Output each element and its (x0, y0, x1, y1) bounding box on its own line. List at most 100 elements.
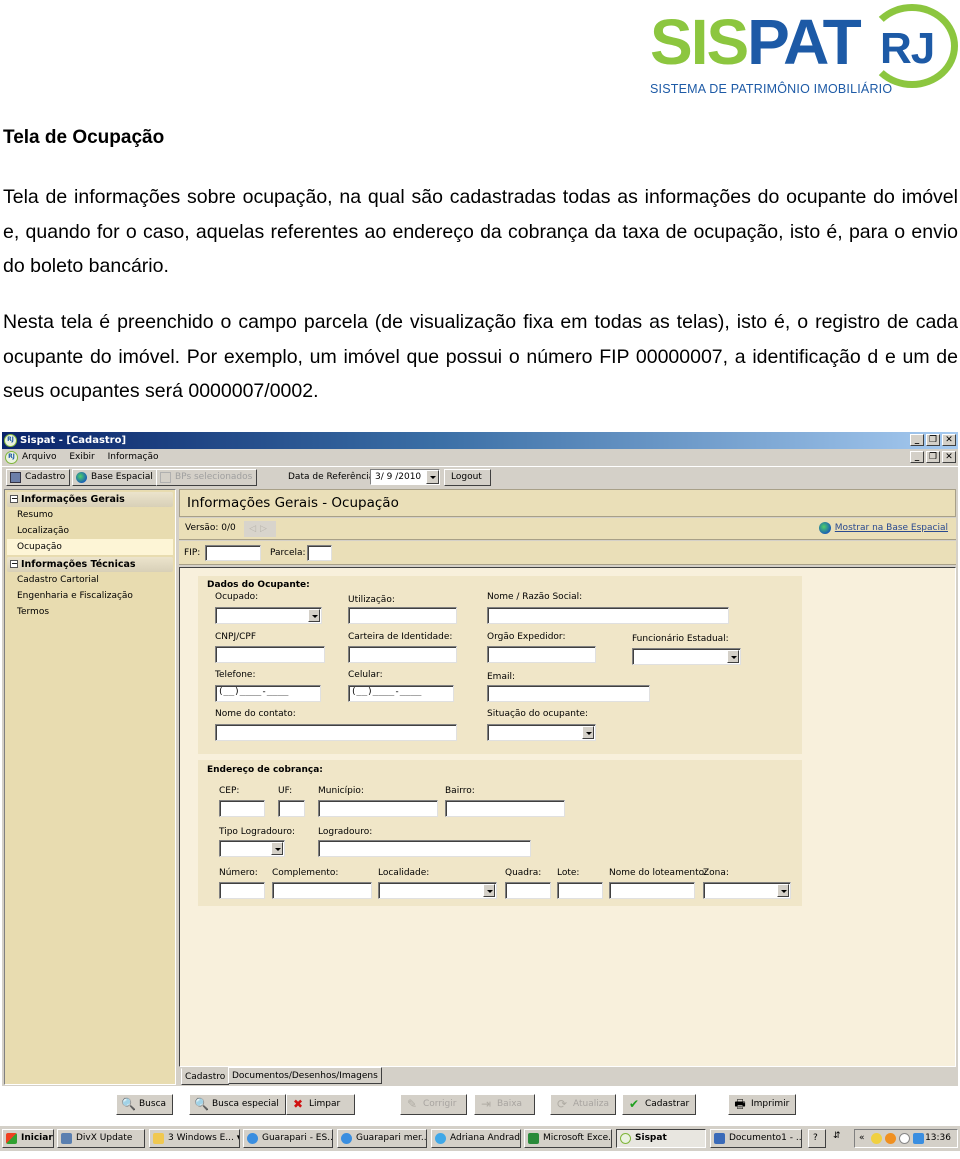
mdi-minimize-button[interactable]: _ (910, 451, 924, 463)
nome-razao-social-input[interactable] (487, 607, 729, 624)
task-divx-update[interactable]: DivX Update (57, 1129, 145, 1148)
fip-bar: FIP: Parcela: (179, 541, 956, 565)
help-button[interactable]: ? (808, 1129, 826, 1148)
mdi-close-button[interactable]: ✕ (942, 451, 956, 463)
complemento-input[interactable] (272, 882, 372, 899)
ie-icon (341, 1133, 352, 1144)
limpar-button[interactable]: ✖ Limpar (286, 1094, 356, 1115)
base-espacial-button[interactable]: Base Espacial (72, 469, 158, 486)
chevron-down-icon[interactable] (308, 609, 320, 622)
logout-button[interactable]: Logout (444, 469, 491, 486)
menu-arquivo[interactable]: Arquivo (22, 449, 56, 466)
busca-especial-button[interactable]: 🔍 Busca especial (189, 1094, 286, 1115)
parcela-input[interactable] (307, 545, 332, 561)
cadastrar-button[interactable]: ✔ Cadastrar (622, 1094, 697, 1115)
email-input[interactable] (487, 685, 650, 702)
sidebar-group-informacoes-gerais[interactable]: − Informações Gerais (7, 492, 173, 507)
document-title: Tela de Ocupação (3, 127, 165, 148)
tab-documentos[interactable]: Documentos/Desenhos/Imagens (228, 1067, 382, 1084)
quadra-input[interactable] (505, 882, 551, 899)
task-documento1[interactable]: Documento1 - ... (710, 1129, 802, 1148)
logradouro-input[interactable] (318, 840, 531, 857)
utilizacao-input[interactable] (348, 607, 457, 624)
task-sispat[interactable]: Sispat (616, 1129, 706, 1148)
sidebar-item-ocupacao[interactable]: Ocupação (7, 539, 173, 555)
speech-bubble-icon[interactable] (899, 1133, 910, 1144)
close-button[interactable]: ✕ (942, 434, 956, 446)
show-base-espacial-link[interactable]: Mostrar na Base Espacial (818, 522, 948, 534)
chevron-down-icon[interactable] (582, 726, 594, 739)
collapse-icon[interactable]: − (10, 495, 18, 503)
telefone-label: Telefone: (215, 670, 256, 680)
baixa-label: Baixa (497, 1099, 523, 1109)
sidebar-item-resumo[interactable]: Resumo (7, 507, 173, 523)
nome-contato-input[interactable] (215, 724, 457, 741)
atualiza-button[interactable]: ⟳ Atualiza (550, 1094, 616, 1115)
uf-input[interactable] (278, 800, 305, 817)
chevron-down-icon[interactable] (483, 884, 495, 897)
chevron-down-icon[interactable] (777, 884, 789, 897)
menu-informacao[interactable]: Informação (108, 449, 159, 466)
sidebar-item-localizacao[interactable]: Localização (7, 523, 173, 539)
chevron-down-icon[interactable] (271, 842, 283, 855)
situacao-ocupante-select[interactable] (487, 724, 596, 741)
busca-button[interactable]: 🔍 Busca (116, 1094, 174, 1115)
language-bar-icon[interactable]: ⇵ (833, 1131, 841, 1141)
collapse-icon[interactable]: − (10, 560, 18, 568)
shield-icon[interactable] (885, 1133, 896, 1144)
sidebar-item-cadastro-cartorial[interactable]: Cadastro Cartorial (7, 572, 173, 588)
menu-exibir[interactable]: Exibir (69, 449, 94, 466)
divx-icon (61, 1133, 72, 1144)
ocupado-select[interactable] (215, 607, 322, 624)
sidebar-group-informacoes-tecnicas[interactable]: − Informações Técnicas (7, 557, 173, 572)
cnpj-cpf-input[interactable] (215, 646, 325, 663)
logo-wordmark: SISPAT (650, 10, 862, 74)
chevron-down-icon[interactable] (426, 470, 439, 484)
imprimir-label: Imprimir (751, 1099, 790, 1109)
bairro-input[interactable] (445, 800, 565, 817)
cadastro-button[interactable]: Cadastro (6, 469, 71, 486)
complemento-label: Complemento: (272, 868, 339, 878)
task-guarapari-mer[interactable]: Guarapari mer... (337, 1129, 427, 1148)
sidebar-item-engenharia-fiscalizacao[interactable]: Engenharia e Fiscalização (7, 588, 173, 604)
tab-cadastro[interactable]: Cadastro (181, 1068, 230, 1085)
tipo-logradouro-select[interactable] (219, 840, 285, 857)
lightbulb-icon[interactable] (871, 1133, 882, 1144)
fip-input[interactable] (205, 545, 261, 561)
numero-input[interactable] (219, 882, 265, 899)
localidade-label: Localidade: (378, 868, 430, 878)
cep-input[interactable] (219, 800, 265, 817)
task-windows-explorer[interactable]: 3 Windows E... ▾ (149, 1129, 240, 1148)
lote-input[interactable] (557, 882, 603, 899)
orgao-expedidor-input[interactable] (487, 646, 596, 663)
next-version-button[interactable]: ▷ (260, 524, 271, 534)
prev-version-button[interactable]: ◁ (249, 524, 260, 534)
chevron-down-icon[interactable] (727, 650, 739, 663)
funcionario-estadual-select[interactable] (632, 648, 741, 665)
task-microsoft-excel[interactable]: Microsoft Exce... (524, 1129, 612, 1148)
data-referencia-picker[interactable]: 3/ 9 /2010 (370, 469, 440, 485)
restore-button[interactable]: ❐ (926, 434, 940, 446)
municipio-input[interactable] (318, 800, 438, 817)
bps-selecionados-button[interactable]: BPs selecionados (156, 469, 258, 486)
telefone-input[interactable]: (__)____-____ (215, 685, 321, 702)
localidade-select[interactable] (378, 882, 497, 899)
carteira-identidade-input[interactable] (348, 646, 457, 663)
celular-input[interactable]: (__)____-____ (348, 685, 454, 702)
task-guarapari-es[interactable]: Guarapari - ES... (243, 1129, 333, 1148)
cnpj-cpf-label: CNPJ/CPF (215, 632, 257, 642)
mdi-app-icon[interactable]: RJ (5, 451, 18, 464)
task-adriana-andrade[interactable]: Adriana Andrade (431, 1129, 521, 1148)
nome-loteamento-input[interactable] (609, 882, 695, 899)
baixa-button[interactable]: ⇥ Baixa (474, 1094, 536, 1115)
corrigir-button[interactable]: ✎ Corrigir (400, 1094, 468, 1115)
zona-select[interactable] (703, 882, 791, 899)
tray-expand-button[interactable]: « (859, 1130, 865, 1147)
network-icon[interactable] (913, 1133, 924, 1144)
sidebar-item-termos[interactable]: Termos (7, 604, 173, 620)
minimize-button[interactable]: _ (910, 434, 924, 446)
start-button[interactable]: Iniciar (2, 1129, 54, 1148)
taskbar: Iniciar DivX Update 3 Windows E... ▾ Gua… (0, 1125, 960, 1151)
imprimir-button[interactable]: 🖶 Imprimir (728, 1094, 797, 1115)
mdi-restore-button[interactable]: ❐ (926, 451, 940, 463)
